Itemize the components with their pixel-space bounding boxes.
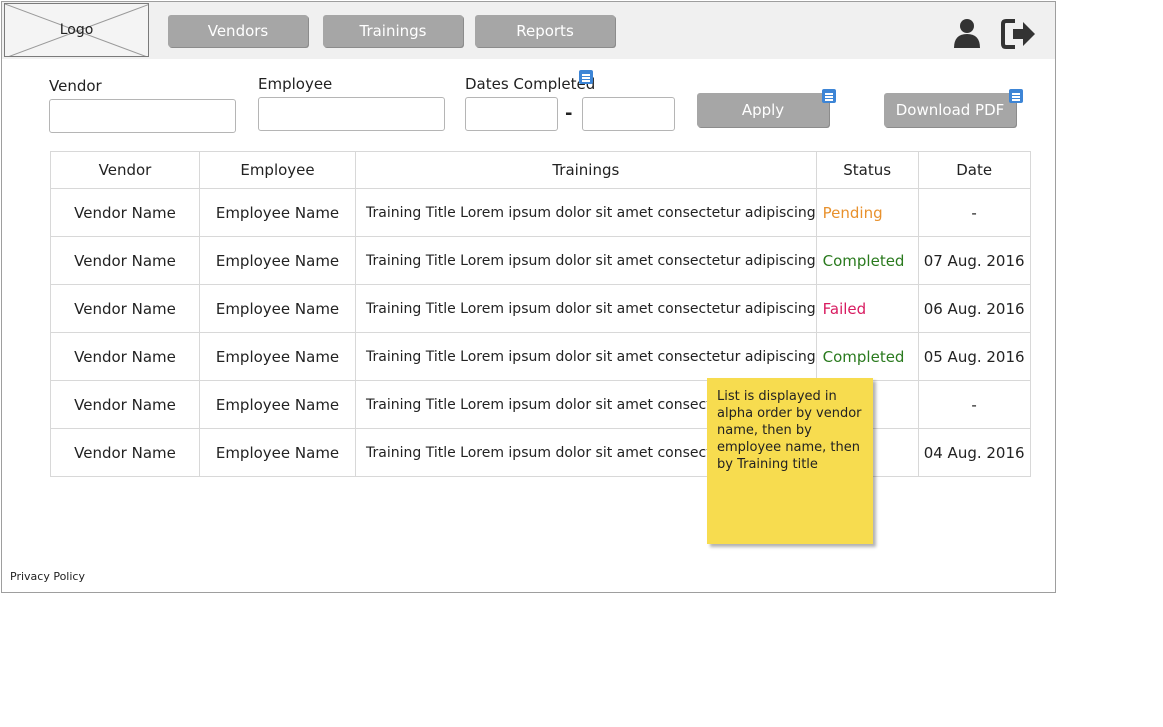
user-icon[interactable]	[952, 18, 982, 48]
nav-reports-button[interactable]: Reports	[475, 15, 615, 47]
cell-date: 05 Aug. 2016	[917, 332, 1031, 381]
cell-training: Training Title Lorem ipsum dolor sit ame…	[355, 284, 817, 333]
cell-training: Training Title Lorem ipsum dolor sit ame…	[355, 188, 817, 237]
apply-button[interactable]: Apply	[697, 93, 829, 127]
column-header-status[interactable]: Status	[815, 151, 919, 189]
cell-employee: Employee Name	[199, 284, 356, 333]
table-row[interactable]: Vendor Name Employee Name Training Title L…	[50, 236, 1031, 285]
top-bar: Logo Vendors Trainings Reports	[2, 2, 1055, 59]
cell-vendor: Vendor Name	[50, 428, 200, 477]
cell-date: 06 Aug. 2016	[917, 284, 1031, 333]
cell-status: Pending	[815, 188, 919, 237]
annotation-icon[interactable]	[579, 70, 593, 84]
cell-vendor: Vendor Name	[50, 236, 200, 285]
column-header-date[interactable]: Date	[917, 151, 1031, 189]
column-header-employee[interactable]: Employee	[199, 151, 356, 189]
trainings-table: Vendor Employee Trainings Status Date Ve…	[50, 151, 1031, 477]
employee-filter-label: Employee	[258, 75, 333, 93]
download-pdf-button[interactable]: Download PDF	[884, 93, 1016, 127]
cell-employee: Employee Name	[199, 380, 356, 429]
cell-employee: Employee Name	[199, 188, 356, 237]
date-from-input[interactable]	[465, 97, 558, 131]
cell-employee: Employee Name	[199, 236, 356, 285]
date-separator: -	[565, 103, 573, 124]
table-header-row: Vendor Employee Trainings Status Date	[50, 151, 1031, 189]
table-row[interactable]: Vendor Name Employee Name Training Title L…	[50, 188, 1031, 237]
logout-icon[interactable]	[1001, 18, 1037, 50]
cell-date: -	[917, 380, 1031, 429]
privacy-policy-link[interactable]: Privacy Policy	[10, 570, 85, 583]
table-row[interactable]: Vendor Name Employee Name Training Title L…	[50, 284, 1031, 333]
nav-vendors-button[interactable]: Vendors	[168, 15, 308, 47]
app-window: Logo Vendors Trainings Reports Vendor Em…	[1, 1, 1056, 593]
cell-status: Completed	[815, 236, 919, 285]
cell-vendor: Vendor Name	[50, 332, 200, 381]
table-row[interactable]: Vendor Name Employee Name Training Title L…	[50, 332, 1031, 381]
annotation-icon[interactable]	[1009, 89, 1023, 103]
vendor-filter-label: Vendor	[49, 77, 102, 95]
nav-trainings-button[interactable]: Trainings	[323, 15, 463, 47]
cell-vendor: Vendor Name	[50, 380, 200, 429]
employee-filter-input[interactable]	[258, 97, 445, 131]
cell-vendor: Vendor Name	[50, 284, 200, 333]
column-header-trainings[interactable]: Trainings	[355, 151, 817, 189]
table-row[interactable]: Vendor Name Employee Name Training Title L…	[50, 428, 1031, 477]
sticky-note: List is displayed in alpha order by vend…	[707, 378, 873, 544]
logo-text: Logo	[59, 22, 94, 38]
dates-completed-label: Dates Completed	[465, 75, 596, 93]
column-header-vendor[interactable]: Vendor	[50, 151, 200, 189]
cell-vendor: Vendor Name	[50, 188, 200, 237]
cell-date: 07 Aug. 2016	[917, 236, 1031, 285]
cell-status: Failed	[815, 284, 919, 333]
cell-status: Completed	[815, 332, 919, 381]
table-row[interactable]: Vendor Name Employee Name Training Title L…	[50, 380, 1031, 429]
annotation-icon[interactable]	[822, 89, 836, 103]
cell-training: Training Title Lorem ipsum dolor sit ame…	[355, 236, 817, 285]
logo: Logo	[4, 3, 149, 57]
cell-employee: Employee Name	[199, 428, 356, 477]
vendor-filter-input[interactable]	[49, 99, 236, 133]
date-to-input[interactable]	[582, 97, 675, 131]
cell-date: 04 Aug. 2016	[917, 428, 1031, 477]
cell-training: Training Title Lorem ipsum dolor sit ame…	[355, 332, 817, 381]
cell-employee: Employee Name	[199, 332, 356, 381]
cell-date: -	[917, 188, 1031, 237]
